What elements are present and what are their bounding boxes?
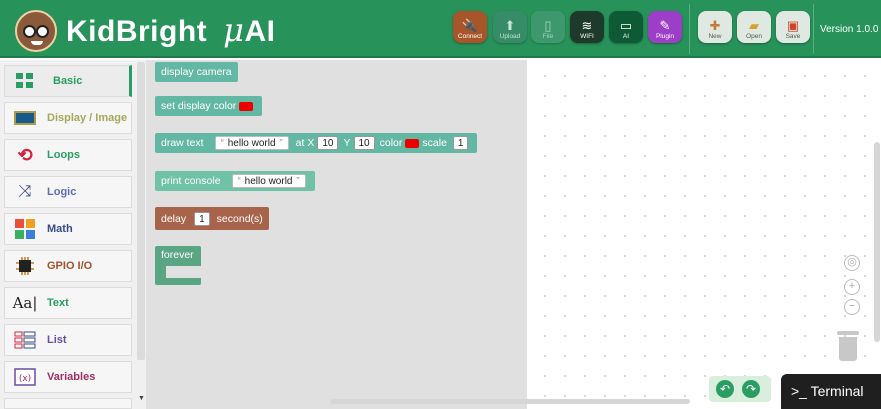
variables-icon: (x) (13, 367, 37, 387)
draw-text-block[interactable]: draw text “ hello world ” at X 10 Y 10 c… (155, 133, 478, 153)
file-icon: ▯ (544, 18, 552, 33)
app-header: KidBright μAI 🔌 Connect ⬆ Upload ▯ File ≋… (0, 0, 881, 58)
color-swatch[interactable] (405, 138, 420, 148)
math-icon (13, 219, 37, 239)
text-input[interactable]: “ hello world ” (214, 136, 289, 150)
brand-ai: AI (244, 15, 276, 48)
plugin-button[interactable]: ✎ Plugin (648, 11, 682, 43)
plug-icon: 🔌 (461, 18, 479, 33)
app-window: KidBright μAI 🔌 Connect ⬆ Upload ▯ File ≋… (0, 0, 881, 409)
forever-block[interactable]: forever (155, 246, 201, 285)
header-divider (813, 4, 814, 54)
undo-icon[interactable]: ↶ (716, 380, 734, 398)
category-loops[interactable]: ⟲ Loops (4, 139, 132, 171)
shuffle-icon: ⤨ (18, 183, 32, 200)
category-basic[interactable]: Basic (4, 65, 132, 97)
save-icon: ▣ (786, 18, 800, 33)
new-button[interactable]: ✚ New (698, 11, 732, 43)
delay-input[interactable]: 1 (194, 211, 210, 226)
app-brand: KidBright μAI (66, 11, 275, 49)
y-input[interactable]: 10 (353, 136, 375, 150)
new-file-icon: ✚ (709, 18, 721, 33)
owl-logo-icon (15, 10, 57, 52)
brand-name: KidBright (66, 15, 208, 48)
plugin-icon: ✎ (659, 18, 671, 33)
print-console-block[interactable]: print console “ hello world ” (155, 171, 315, 191)
ai-button[interactable]: ▭ AI (609, 11, 643, 43)
wifi-button[interactable]: ≋ WIFI (570, 11, 604, 43)
text-icon: Aa| (12, 294, 38, 312)
scroll-down-icon[interactable]: ▼ (138, 395, 145, 402)
category-list[interactable]: List (4, 324, 132, 356)
upload-button[interactable]: ⬆ Upload (493, 11, 527, 43)
header-divider (689, 4, 690, 54)
display-camera-block[interactable]: display camera (155, 62, 238, 82)
version-label: Version 1.0.0 (820, 24, 879, 35)
color-swatch[interactable] (239, 101, 254, 111)
svg-text:(x): (x) (19, 374, 31, 384)
set-display-color-block[interactable]: set display color (155, 96, 263, 116)
chip-icon (13, 256, 37, 276)
category-text[interactable]: Aa| Text (4, 287, 132, 319)
recenter-icon[interactable]: ◎ (844, 255, 860, 271)
zoom-in-icon[interactable]: + (844, 279, 860, 295)
open-folder-icon: ▰ (749, 18, 759, 33)
scale-input[interactable]: 1 (452, 136, 469, 150)
connect-button[interactable]: 🔌 Connect (453, 11, 487, 43)
loop-icon: ⟲ (17, 144, 33, 165)
x-input[interactable]: 10 (317, 136, 339, 150)
category-logic[interactable]: ⤨ Logic (4, 176, 132, 208)
file-button[interactable]: ▯ File (531, 11, 565, 43)
trash-icon[interactable] (837, 331, 859, 361)
console-text-input[interactable]: “ hello world ” (231, 174, 306, 188)
terminal-button[interactable]: >_ Terminal (781, 374, 881, 409)
save-button[interactable]: ▣ Save (776, 11, 810, 43)
wifi-icon: ≋ (581, 18, 593, 33)
ai-icon: ▭ (619, 18, 633, 33)
workspace-horizontal-scrollbar[interactable] (330, 399, 690, 404)
category-display-image[interactable]: Display / Image (4, 102, 132, 134)
upload-icon: ⬆ (504, 18, 516, 33)
category-gpio[interactable]: GPIO I/O (4, 250, 132, 282)
undo-redo-group: ↶ ↷ (709, 376, 771, 402)
category-math[interactable]: Math (4, 213, 132, 245)
open-button[interactable]: ▰ Open (737, 11, 771, 43)
list-icon (13, 330, 37, 350)
forever-label: forever (155, 246, 201, 266)
redo-icon[interactable]: ↷ (742, 380, 760, 398)
sidebar-scrollbar[interactable] (137, 62, 145, 360)
workspace-vertical-scrollbar[interactable] (874, 142, 880, 342)
display-icon (13, 108, 37, 128)
grid-icon (13, 71, 37, 91)
brand-mu: μ (223, 11, 245, 49)
blocks-workspace[interactable] (527, 60, 881, 409)
category-variables[interactable]: (x) Variables (4, 361, 132, 393)
zoom-out-icon[interactable]: − (844, 299, 860, 315)
delay-block[interactable]: delay 1 second(s) (155, 207, 269, 230)
category-more[interactable] (4, 398, 132, 409)
